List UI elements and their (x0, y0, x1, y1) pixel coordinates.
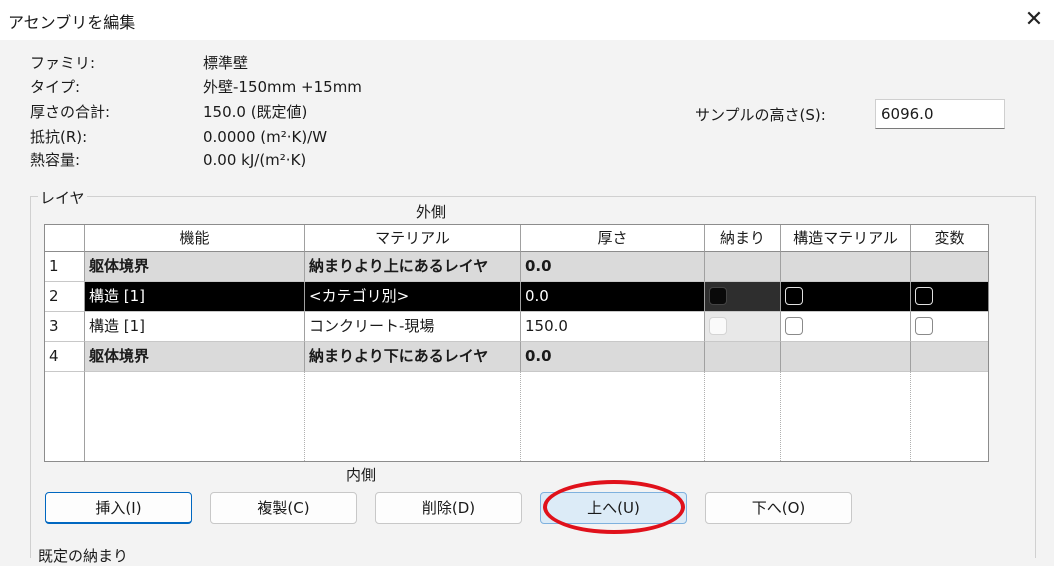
layer-structural-cell (781, 342, 911, 372)
highlight-ring-annotation (543, 480, 685, 534)
sample-height-label: サンプルの高さ(S): (695, 106, 826, 124)
property-label: 抵抗(R): (30, 128, 88, 146)
column-divider (520, 372, 521, 461)
structural-material-checkbox[interactable] (785, 287, 803, 305)
table-corner-header (45, 225, 85, 252)
property-value: 外壁-150mm +15mm (203, 78, 362, 96)
property-label: 厚さの合計: (30, 103, 111, 121)
column-divider (910, 372, 911, 461)
layer-variable-cell (911, 252, 988, 282)
property-label: 熱容量: (30, 151, 81, 169)
row-number[interactable]: 4 (45, 342, 85, 372)
column-divider (304, 372, 305, 461)
layer-variable-cell (911, 312, 988, 342)
column-header-structural-material[interactable]: 構造マテリアル (781, 225, 911, 252)
column-header-thickness[interactable]: 厚さ (521, 225, 705, 252)
property-value: 標準壁 (203, 54, 249, 72)
property-value: 0.00 kJ/(m²·K) (203, 151, 307, 169)
layer-wraps-cell (705, 282, 781, 312)
property-value: 150.0 (既定値) (203, 103, 308, 121)
layer-material-cell[interactable]: 納まりより上にあるレイヤ (305, 252, 521, 282)
wraps-checkbox[interactable] (709, 317, 727, 335)
interior-side-label: 内側 (346, 466, 377, 484)
row-number[interactable]: 2 (45, 282, 85, 312)
title-bar: アセンブリを編集 ✕ (0, 0, 1054, 40)
layer-material-cell[interactable]: <カテゴリ別> (305, 282, 521, 312)
layers-table: 機能 マテリアル 厚さ 納まり 構造マテリアル 変数 1 躯体境界 納まりより上… (44, 224, 989, 462)
layer-function-cell[interactable]: 構造 [1] (85, 282, 305, 312)
layer-function-cell[interactable]: 構造 [1] (85, 312, 305, 342)
window-title: アセンブリを編集 (8, 13, 136, 32)
layer-wraps-cell (705, 312, 781, 342)
layer-structural-cell (781, 282, 911, 312)
layer-material-cell[interactable]: 納まりより下にあるレイヤ (305, 342, 521, 372)
sample-height-input[interactable]: 6096.0 (875, 99, 1005, 129)
layer-function-cell[interactable]: 躯体境界 (85, 252, 305, 282)
layer-thickness-cell[interactable]: 0.0 (521, 282, 705, 312)
move-down-button[interactable]: 下へ(O) (705, 492, 852, 524)
structural-material-checkbox[interactable] (785, 317, 803, 335)
layers-group-label: レイヤ (38, 187, 87, 208)
wraps-checkbox[interactable] (709, 287, 727, 305)
row-number[interactable]: 3 (45, 312, 85, 342)
column-header-variable[interactable]: 変数 (911, 225, 988, 252)
close-icon[interactable]: ✕ (1018, 4, 1050, 36)
layer-function-cell[interactable]: 躯体境界 (85, 342, 305, 372)
variable-checkbox[interactable] (915, 317, 933, 335)
column-divider (704, 372, 705, 461)
layer-variable-cell (911, 282, 988, 312)
layer-thickness-cell[interactable]: 0.0 (521, 342, 705, 372)
layer-wraps-cell (705, 342, 781, 372)
exterior-side-label: 外側 (416, 203, 447, 221)
layer-material-cell[interactable]: コンクリート-現場 (305, 312, 521, 342)
layer-thickness-cell[interactable]: 0.0 (521, 252, 705, 282)
insert-button[interactable]: 挿入(I) (45, 492, 192, 524)
default-wrapping-label: 既定の納まり (38, 547, 129, 565)
row-header-empty (45, 372, 85, 461)
layer-variable-cell (911, 342, 988, 372)
column-header-function[interactable]: 機能 (85, 225, 305, 252)
row-number[interactable]: 1 (45, 252, 85, 282)
property-label: タイプ: (30, 78, 81, 96)
column-header-wraps[interactable]: 納まり (705, 225, 781, 252)
duplicate-button[interactable]: 複製(C) (210, 492, 357, 524)
column-header-material[interactable]: マテリアル (305, 225, 521, 252)
delete-button[interactable]: 削除(D) (375, 492, 522, 524)
layer-structural-cell (781, 252, 911, 282)
layer-thickness-cell[interactable]: 150.0 (521, 312, 705, 342)
variable-checkbox[interactable] (915, 287, 933, 305)
property-label: ファミリ: (30, 54, 96, 72)
layer-wraps-cell (705, 252, 781, 282)
column-divider (780, 372, 781, 461)
property-value: 0.0000 (m²·K)/W (203, 128, 328, 146)
layer-structural-cell (781, 312, 911, 342)
